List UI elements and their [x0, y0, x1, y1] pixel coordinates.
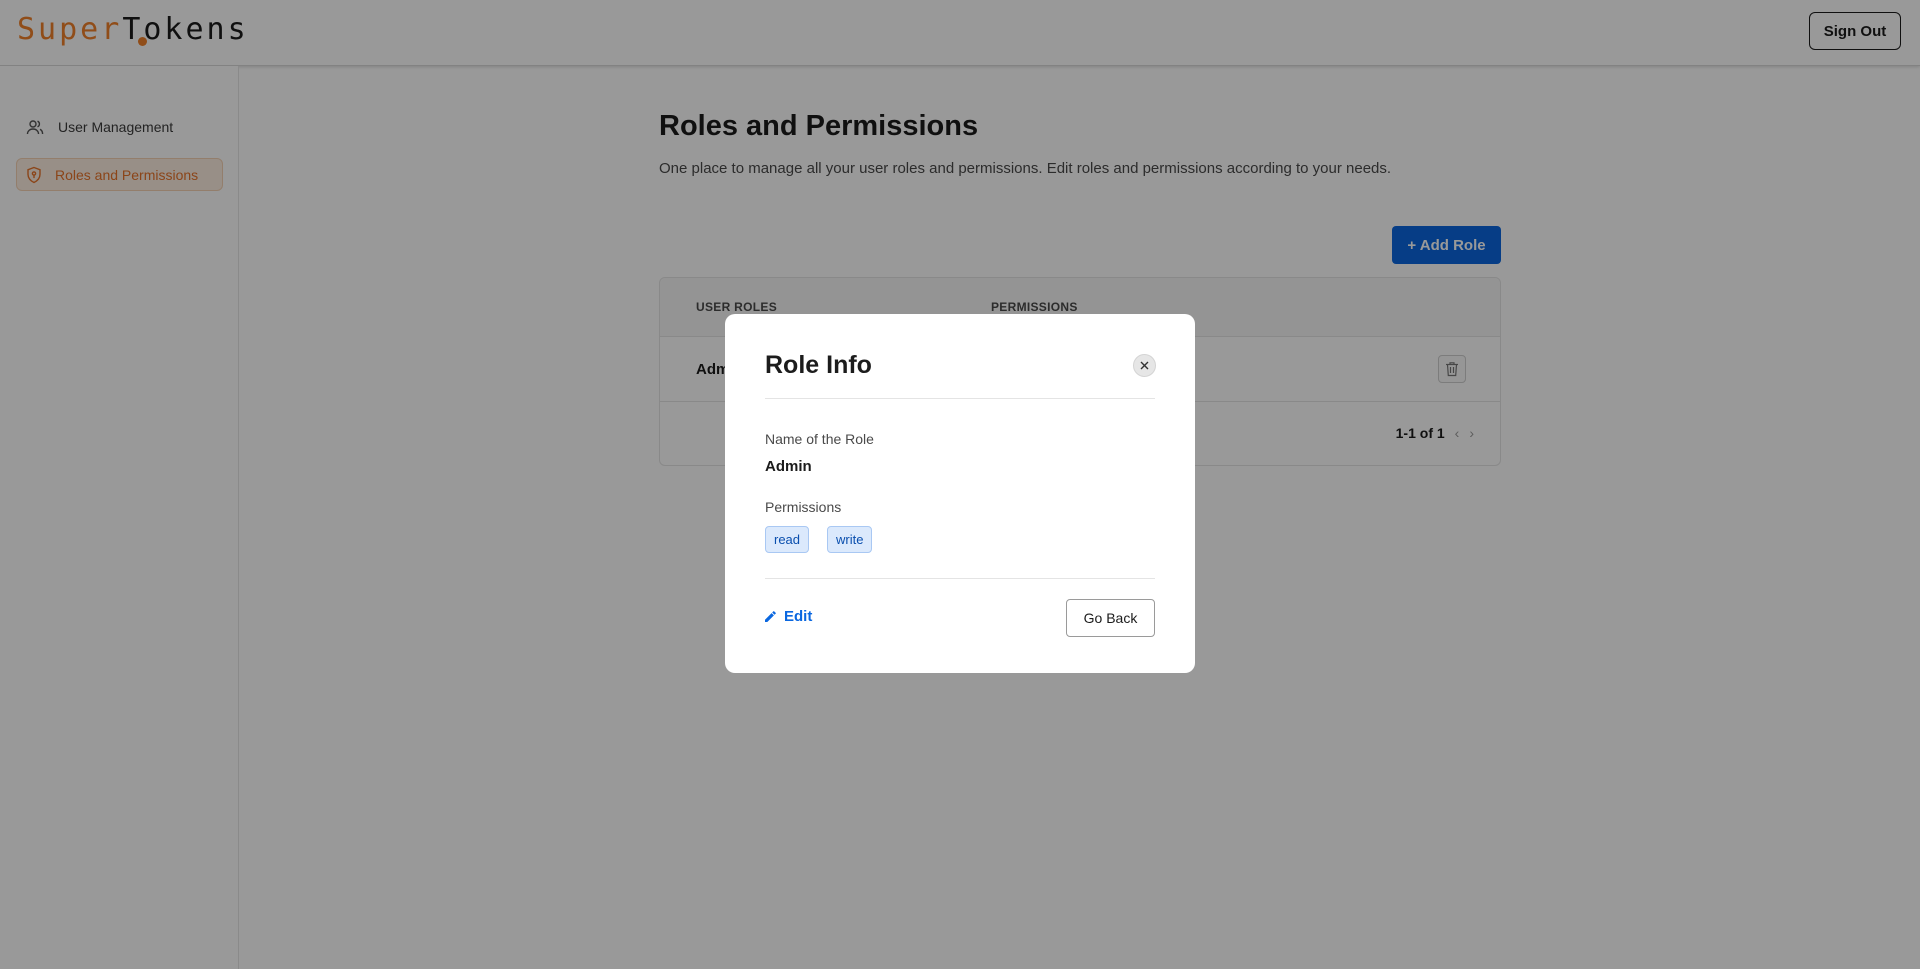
permission-chip-read: read [765, 526, 810, 553]
role-info-dialog: Role Info Name of the Role Admin Permiss… [725, 314, 1195, 673]
dialog-title: Role Info [765, 351, 872, 379]
close-dialog-button[interactable] [1133, 354, 1156, 377]
pencil-icon [765, 611, 776, 622]
permissions-label: Permissions [765, 499, 842, 515]
edit-label: Edit [784, 608, 813, 625]
edit-role-button[interactable]: Edit [765, 608, 812, 625]
divider [765, 398, 1155, 399]
app-root: SuperTokens Sign Out User Management Rol… [0, 0, 1920, 969]
role-name-label: Name of the Role [765, 431, 874, 447]
permission-chip-write: write [827, 526, 873, 553]
role-name-value: Admin [765, 458, 812, 475]
permission-chips: read write [765, 526, 873, 553]
divider [765, 578, 1155, 579]
go-back-button[interactable]: Go Back [1066, 599, 1155, 637]
close-icon [1140, 361, 1149, 370]
